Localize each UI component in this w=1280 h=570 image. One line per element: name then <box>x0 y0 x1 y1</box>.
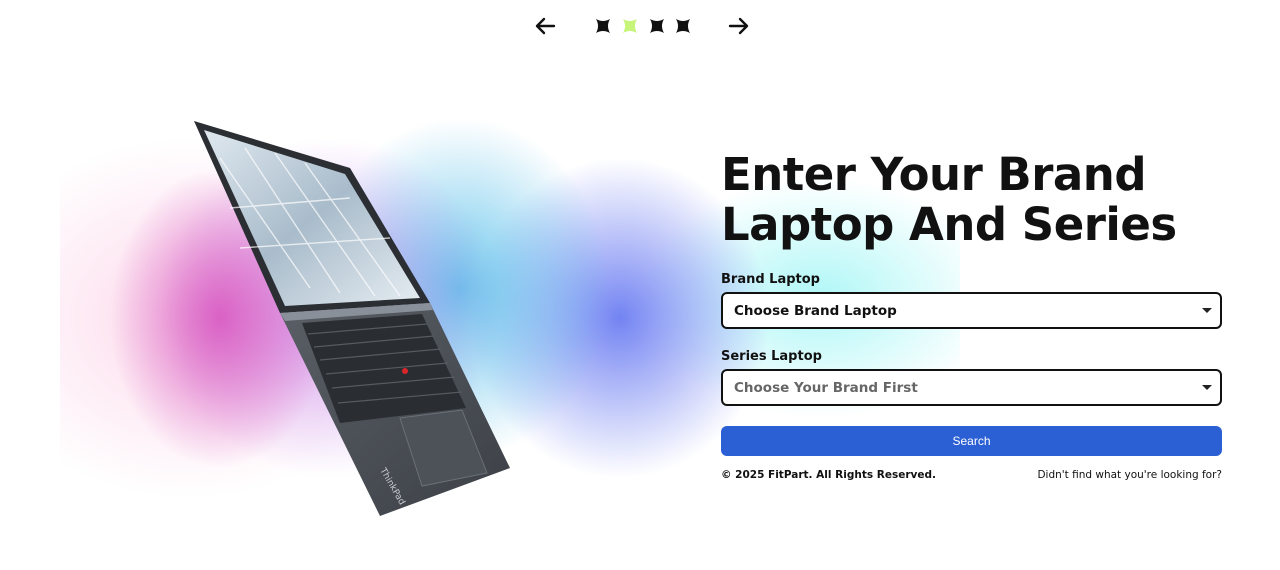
brand-select[interactable]: Choose Brand Laptop <box>721 292 1222 329</box>
prev-slide-button[interactable] <box>531 12 559 40</box>
chevron-down-icon <box>1202 308 1212 313</box>
arrow-right-icon <box>728 17 749 35</box>
series-select-value: Choose Your Brand First <box>734 379 918 396</box>
search-button[interactable]: Search <box>721 426 1222 456</box>
series-label: Series Laptop <box>721 349 822 364</box>
copyright-text: © 2025 FitPart. All Rights Reserved. <box>721 469 936 481</box>
help-link[interactable]: Didn't find what you're looking for? <box>1037 469 1222 481</box>
hero-section: ThinkPad Enter Your Brand Laptop And Ser… <box>60 118 1230 516</box>
series-select[interactable]: Choose Your Brand First <box>721 369 1222 406</box>
brand-label: Brand Laptop <box>721 272 820 287</box>
next-slide-button[interactable] <box>725 12 753 40</box>
carousel-nav <box>0 12 1280 40</box>
laptop-image: ThinkPad <box>194 121 510 516</box>
carousel-dot-3[interactable] <box>650 19 664 33</box>
carousel-dot-4[interactable] <box>676 19 690 33</box>
brand-select-value: Choose Brand Laptop <box>734 302 897 319</box>
carousel-dot-2-active[interactable] <box>623 19 637 33</box>
search-form: Enter Your Brand Laptop And Series Brand… <box>721 150 1222 481</box>
form-footer: © 2025 FitPart. All Rights Reserved. Did… <box>721 469 1222 481</box>
chevron-down-icon <box>1202 385 1212 390</box>
arrow-left-icon <box>535 17 556 35</box>
page-title: Enter Your Brand Laptop And Series <box>721 148 1177 251</box>
carousel-dot-1[interactable] <box>596 19 610 33</box>
